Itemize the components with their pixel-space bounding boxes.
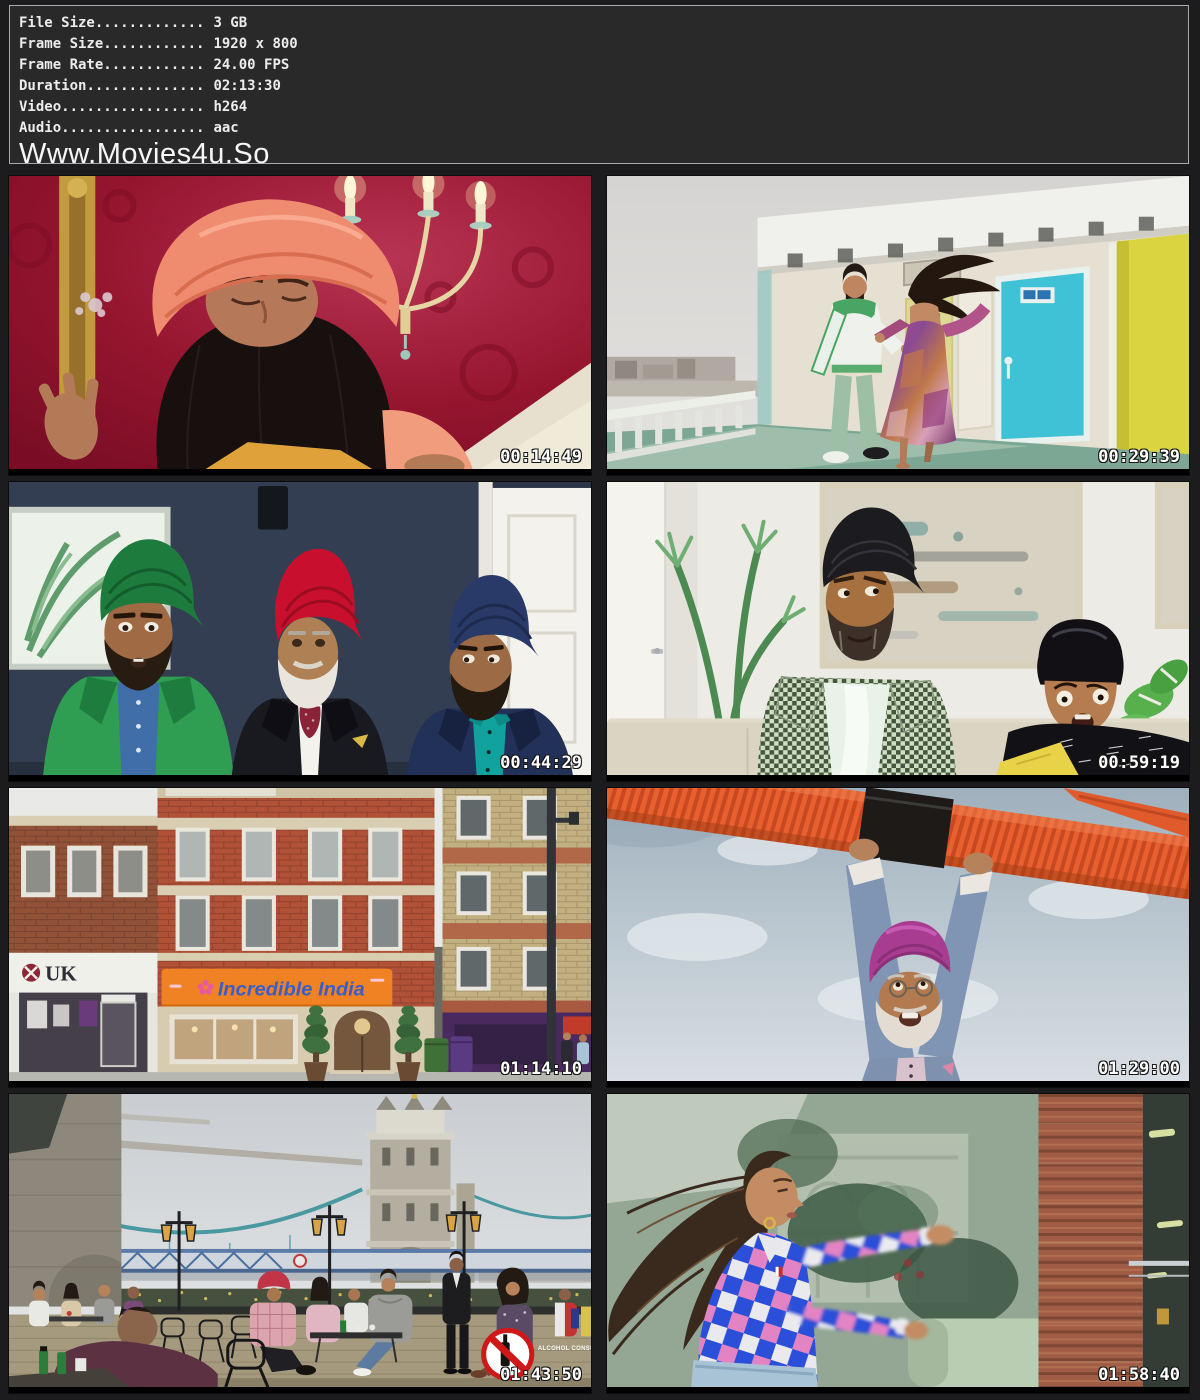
timestamp-overlay: 00:44:29: [500, 753, 582, 773]
still-1-art: [9, 176, 591, 469]
meta-row-frame-rate: Frame Rate............24.00 FPS: [19, 55, 1188, 76]
media-info-panel: File Size.............3 GB Frame Size...…: [9, 5, 1189, 164]
meta-row-frame-size: Frame Size............1920 x 800: [19, 34, 1188, 55]
incredible-india-building: Incredible India: [158, 788, 435, 1081]
timestamp-overlay: 01:43:50: [500, 1365, 582, 1385]
movie-still-1: 00:14:49: [9, 176, 591, 475]
svg-text:Incredible India: Incredible India: [218, 979, 365, 1001]
uk-store-sign: UK: [45, 962, 77, 986]
still-3-art: [9, 482, 591, 775]
still-7-art: ALCOHOL CONSUMPTION IS INJURIOUS TO HEAL…: [9, 1094, 591, 1387]
timestamp-overlay: 00:29:39: [1098, 447, 1180, 467]
screenshots-sheet: File Size.............3 GB Frame Size...…: [0, 0, 1200, 1400]
movie-still-5: UK: [9, 788, 591, 1087]
still-5-art: UK: [9, 788, 591, 1081]
right-building: [442, 788, 591, 1072]
meta-row-file-size: File Size.............3 GB: [19, 13, 1188, 34]
meta-row-audio: Audio.................aac: [19, 118, 1188, 139]
wheelie-bins: [424, 1036, 472, 1072]
still-6-art: [607, 788, 1189, 1081]
movie-still-2: 00:29:39: [607, 176, 1189, 475]
meta-row-duration: Duration..............02:13:30: [19, 76, 1188, 97]
timestamp-overlay: 00:59:19: [1098, 753, 1180, 773]
movie-still-4: 00:59:19: [607, 482, 1189, 781]
screenshot-grid: 00:14:49: [9, 176, 1189, 1393]
site-watermark: Www.Movies4u.So: [19, 139, 1188, 169]
still-4-art: [607, 482, 1189, 775]
timestamp-overlay: 00:14:49: [500, 447, 582, 467]
movie-still-3: 00:44:29: [9, 482, 591, 781]
blurred-brick-pillar: [1038, 1094, 1142, 1387]
left-building: UK: [9, 816, 158, 1072]
movie-still-7: ALCOHOL CONSUMPTION IS INJURIOUS TO HEAL…: [9, 1094, 591, 1393]
distant-buildings: [607, 357, 758, 397]
still-2-art: [607, 176, 1189, 469]
movie-still-8: 01:58:40: [607, 1094, 1189, 1393]
alcohol-warning-text: ALCOHOL CONSUMPTION IS INJURIOUS TO HEAL…: [538, 1346, 591, 1352]
timestamp-overlay: 01:29:00: [1098, 1059, 1180, 1079]
timestamp-overlay: 01:14:10: [500, 1059, 582, 1079]
still-8-art: [607, 1094, 1189, 1387]
incredible-india-sign: Incredible India: [162, 969, 393, 1007]
meta-row-video: Video.................h264: [19, 97, 1188, 118]
movie-still-6: 01:29:00: [607, 788, 1189, 1087]
timestamp-overlay: 01:58:40: [1098, 1365, 1180, 1385]
